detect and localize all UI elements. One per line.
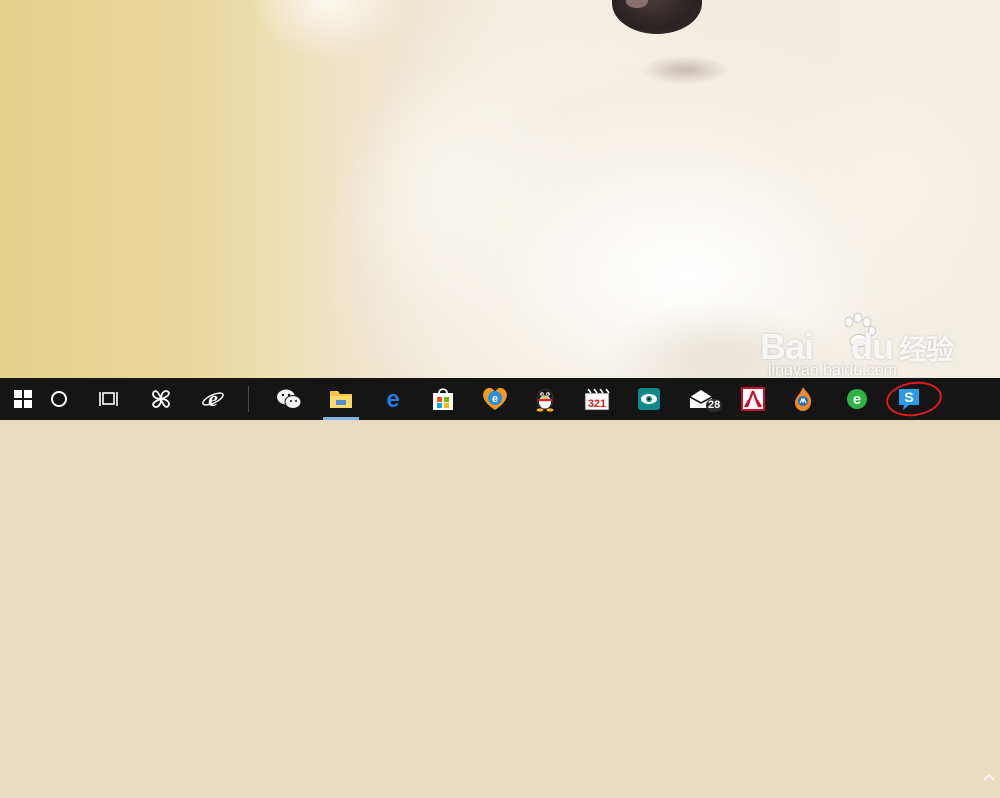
heart-app[interactable]: e [472, 378, 518, 420]
svg-text:e: e [386, 387, 399, 411]
mail-app[interactable]: 28 [678, 378, 724, 420]
circle-icon [51, 391, 67, 407]
wechat-icon [277, 389, 302, 409]
svg-text:e: e [853, 391, 861, 408]
360-browser[interactable]: e [834, 378, 880, 420]
edge-browser[interactable]: e [370, 378, 416, 420]
app-pinwheel[interactable] [138, 378, 184, 420]
red-app[interactable] [730, 378, 776, 420]
pinwheel-icon [152, 390, 170, 408]
folder-icon [330, 391, 352, 408]
puppy-nose [612, 0, 702, 34]
task-view-button[interactable] [86, 378, 132, 420]
flame-icon [795, 387, 812, 411]
tray-overflow-button[interactable] [978, 756, 1000, 798]
store[interactable] [420, 378, 466, 420]
mail-badge: 28 [706, 399, 723, 412]
svg-text:e: e [492, 393, 498, 405]
heart-e-icon: e [483, 387, 507, 410]
cortana-button[interactable] [36, 378, 82, 420]
green-e-icon: e [847, 389, 867, 409]
calendar-app[interactable]: 321 [574, 378, 620, 420]
taskbar: e e e 321 28 e S [0, 378, 1000, 781]
eye-app[interactable] [626, 378, 672, 420]
qq[interactable] [522, 378, 568, 420]
red-ren-icon [741, 387, 765, 411]
chevron-up-icon [983, 774, 995, 781]
windows-logo-icon [14, 390, 32, 408]
edge-icon: e [386, 387, 399, 411]
penguin-icon [536, 388, 554, 412]
wechat[interactable] [266, 378, 312, 420]
taskbar-separator [248, 386, 249, 412]
ie-icon: e [202, 387, 224, 411]
store-icon [433, 388, 453, 410]
task-view-icon [99, 392, 118, 406]
ie-browser[interactable]: e [190, 378, 236, 420]
clapper-icon: 321 [584, 388, 610, 411]
desktop-wallpaper: Bai du 经验 jingyan.baidu.com [0, 0, 1000, 378]
svg-text:e: e [208, 387, 218, 411]
baidu-jingyan-watermark: Bai du 经验 jingyan.baidu.com [760, 312, 960, 378]
file-explorer[interactable] [318, 378, 364, 420]
flame-app[interactable] [780, 378, 826, 420]
eye-icon [638, 388, 660, 410]
clapper-text: 321 [588, 398, 606, 410]
